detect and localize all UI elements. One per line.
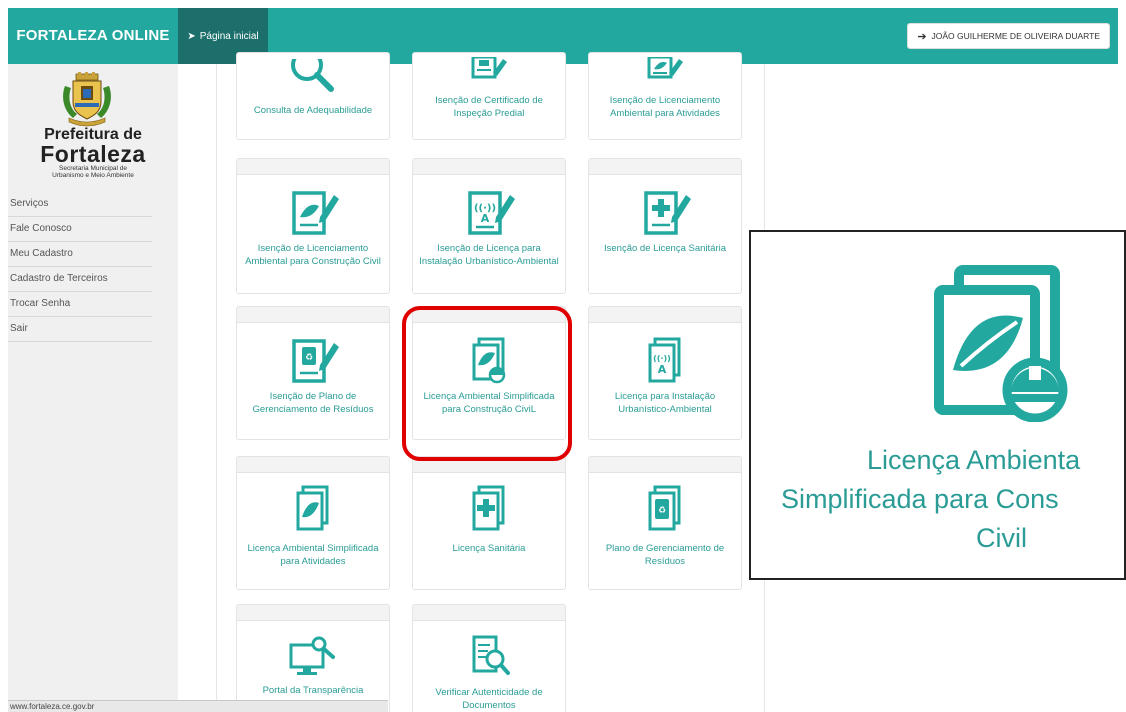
monitor-magnifier-icon [237, 635, 389, 677]
service-label: Consulta de Adequabilidade [253, 105, 373, 116]
svg-text:♻: ♻ [658, 506, 666, 516]
service-label: Plano de Gerenciamento de Resíduos [605, 543, 725, 567]
service-label: Portal da Transparência [262, 685, 364, 696]
service-label: Isenção de Licença Sanitária [604, 243, 726, 254]
sidebar-item-fale-conosco[interactable]: Fale Conosco [8, 217, 152, 242]
home-link-label: Página inicial [199, 30, 259, 42]
card-header-bar [589, 307, 741, 323]
brand-title[interactable]: FORTALEZA ONLINE [8, 8, 178, 64]
zoom-label-line-1: Licença Ambienta [867, 445, 1081, 475]
service-label: Isenção de Licenciamento Ambiental para … [609, 95, 721, 119]
service-label: Isenção de Plano de Gerenciamento de Res… [252, 391, 374, 415]
sidebar-item-trocar-senha[interactable]: Trocar Senha [8, 292, 152, 317]
sidebar-item-sair[interactable]: Sair [8, 317, 152, 342]
service-label: Verificar Autenticidade de Documentos [435, 687, 543, 711]
service-label: Isenção de Licença para Instalação Urban… [419, 243, 559, 267]
zoom-inset: Licença Ambienta Simplificada para Cons … [749, 230, 1126, 580]
svg-text:A: A [658, 363, 667, 376]
service-label: Isenção de Certificado de Inspeção Predi… [435, 95, 543, 119]
user-button[interactable]: ➔ JOÃO GUILHERME DE OLIVEIRA DUARTE [907, 23, 1110, 49]
service-card-licenca-instalacao[interactable]: ((·)) A Licença para Instalação Urbanísti… [588, 306, 742, 440]
service-card-isencao-certificado-inspecao[interactable]: Isenção de Certificado de Inspeção Predi… [412, 52, 566, 140]
leaf-document-icon [237, 485, 389, 533]
sidebar-item-meu-cadastro[interactable]: Meu Cadastro [8, 242, 152, 267]
service-card-isencao-licenca-sanitaria[interactable]: Isenção de Licença Sanitária [588, 158, 742, 294]
card-header-bar [589, 159, 741, 175]
service-card-verificar-autenticidade[interactable]: Verificar Autenticidade de Documentos [412, 604, 566, 712]
service-label: Licença Ambiental Simplificada para Ativ… [247, 543, 379, 567]
service-card-licenca-ambiental-atividades[interactable]: Licença Ambiental Simplificada para Ativ… [236, 456, 390, 590]
health-document-pen-icon [589, 189, 741, 237]
sidebar-item-cadastro-terceiros[interactable]: Cadastro de Terceiros [8, 267, 152, 292]
service-card-plano-residuos[interactable]: ♻ Plano de Gerenciamento de Resíduos [588, 456, 742, 590]
service-card-isencao-plano-residuos[interactable]: ♻ Isenção de Plano de Gerenciamento de R… [236, 306, 390, 440]
sidebar-nav: Serviços Fale Conosco Meu Cadastro Cadas… [8, 192, 152, 342]
recycle-document-pen-icon: ♻ [237, 337, 389, 385]
leaf-document-icon [589, 57, 741, 79]
svg-text:A: A [481, 212, 490, 225]
service-card-licenca-sanitaria[interactable]: Licença Sanitária [412, 456, 566, 590]
building-document-icon [413, 57, 565, 79]
logo-line-3b: Urbanismo e Meio Ambiente [52, 172, 134, 179]
card-header-bar [237, 457, 389, 473]
service-label: Licença Sanitária [452, 543, 526, 554]
svg-text:((·)): ((·)) [653, 354, 671, 363]
highlight-annotation [402, 306, 572, 461]
service-label: Isenção de Licenciamento Ambiental para … [245, 243, 381, 267]
service-card-isencao-licenca-instalacao[interactable]: ((·)) A Isenção de Licença para Instalaçã… [412, 158, 566, 294]
card-header-bar [589, 457, 741, 473]
navigation-arrow-icon: ➤ [187, 30, 196, 42]
antenna-document-icon: ((·)) A [589, 337, 741, 385]
leaf-document-pen-icon [237, 189, 389, 237]
service-card-isencao-licenciamento-construcao[interactable]: Isenção de Licenciamento Ambiental para … [236, 158, 390, 294]
card-header-bar [237, 605, 389, 621]
card-header-bar [237, 307, 389, 323]
logo-line-2: Fortaleza [40, 141, 146, 167]
arrow-right-icon: ➔ [917, 30, 927, 43]
user-name: JOÃO GUILHERME DE OLIVEIRA DUARTE [931, 31, 1100, 41]
status-bar-url: www.fortaleza.ce.gov.br [8, 700, 388, 712]
prefeitura-logo-text: Prefeitura de Fortaleza Secretaria Munic… [8, 126, 178, 179]
card-header-bar [413, 605, 565, 621]
magnifier-icon [237, 59, 389, 99]
health-document-icon [413, 485, 565, 533]
service-card-portal-transparencia[interactable]: Portal da Transparência [236, 604, 390, 712]
logo-line-3a: Secretaria Municipal de [59, 165, 127, 172]
document-magnifier-icon [413, 633, 565, 677]
recycle-document-icon: ♻ [589, 485, 741, 533]
card-header-bar [413, 159, 565, 175]
sidebar: Prefeitura de Fortaleza Secretaria Munic… [8, 64, 178, 712]
antenna-document-pen-icon: ((·)) A [413, 189, 565, 237]
svg-text:♻: ♻ [305, 353, 313, 363]
zoom-label-line-3: Civil [976, 523, 1027, 553]
sidebar-item-servicos[interactable]: Serviços [8, 192, 152, 217]
service-card-isencao-licenciamento-atividades[interactable]: Isenção de Licenciamento Ambiental para … [588, 52, 742, 140]
zoom-label-line-2: Simplificada para Cons [781, 484, 1059, 514]
service-card-consulta-adequabilidade[interactable]: Consulta de Adequabilidade [236, 52, 390, 140]
service-label: Licença para Instalação Urbanístico-Ambi… [614, 391, 716, 415]
card-header-bar [237, 159, 389, 175]
city-crest-logo [63, 72, 111, 127]
content-left-border [216, 64, 217, 712]
leaf-helmet-document-icon [934, 265, 1068, 422]
